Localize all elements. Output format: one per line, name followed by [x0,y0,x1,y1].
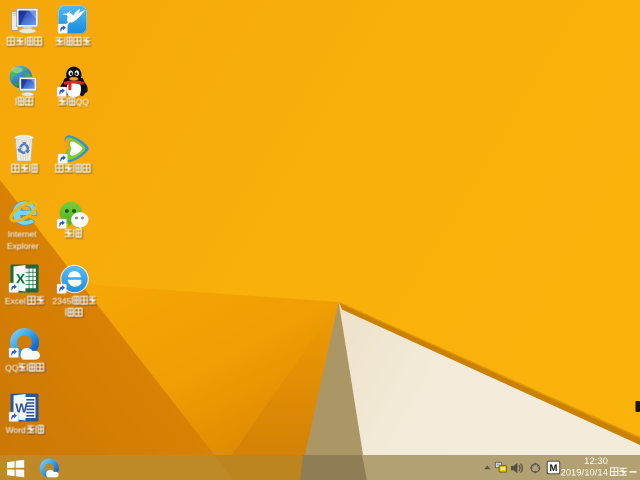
svg-text:2019/10/14: 2019/10/14 [560,468,608,479]
svg-text:Explorer: Explorer [7,241,39,251]
svg-text:M: M [550,463,558,474]
svg-text:QQ: QQ [5,363,19,373]
svg-text:2345: 2345 [52,296,71,306]
svg-text:QQ: QQ [76,97,90,107]
svg-text:Excel: Excel [5,296,26,306]
svg-text:Internet: Internet [8,229,37,239]
svg-text:12:30: 12:30 [584,456,608,467]
svg-text:Word: Word [6,425,26,435]
